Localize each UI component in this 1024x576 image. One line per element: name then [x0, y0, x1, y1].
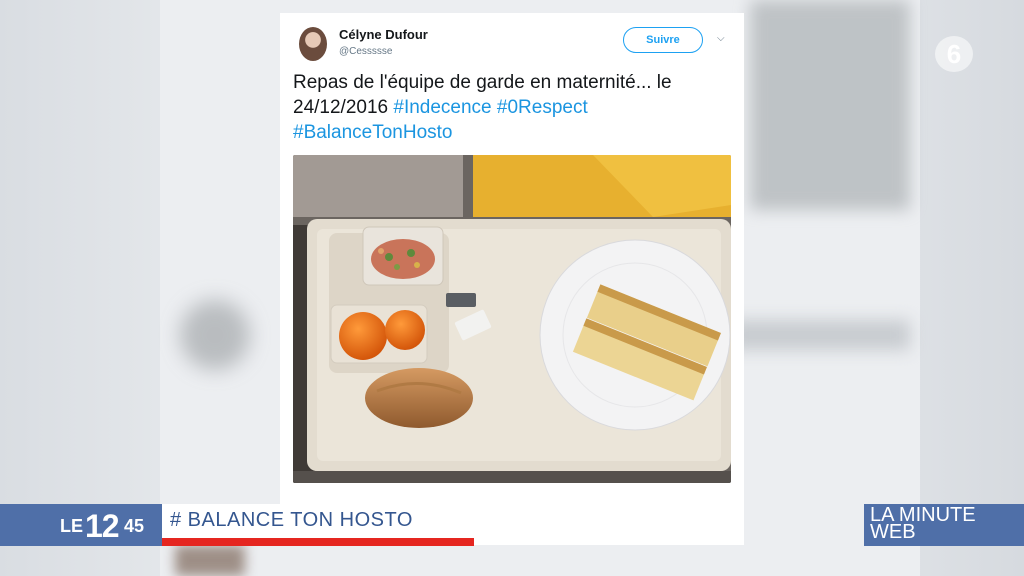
user-display-name[interactable]: Célyne Dufour: [339, 27, 428, 42]
tweet-text: Repas de l'équipe de garde en maternité.…: [293, 70, 733, 145]
headline-banner: # BALANCE TON HOSTO: [162, 504, 474, 538]
segment-label: LA MINUTE WEB: [864, 504, 1024, 546]
show-logo-le1245: LE 12 45: [0, 504, 162, 546]
headline-text: # BALANCE TON HOSTO: [170, 509, 413, 531]
user-handle[interactable]: @Cessssse: [339, 46, 393, 57]
show-logo-le: LE: [60, 516, 84, 536]
show-logo-45: 45: [124, 516, 145, 536]
show-logo-12: 12: [85, 508, 120, 544]
hashtag-link[interactable]: #Indecence: [393, 97, 491, 118]
m6-logo-icon: 6: [935, 36, 973, 72]
meal-tray-image: [293, 155, 731, 483]
hashtag-link[interactable]: #BalanceTonHosto: [293, 122, 453, 143]
tweet-date: 24/12/2016: [293, 97, 389, 118]
headline-underline: [162, 538, 474, 546]
segment-label-line-2: WEB: [870, 521, 916, 543]
tweet-card: Célyne Dufour @Cessssse Suivre ⌵ Repas d…: [280, 13, 744, 545]
hashtag-link[interactable]: #0Respect: [497, 97, 588, 118]
tweet-text-line-1: Repas de l'équipe de garde en maternité.…: [293, 72, 672, 93]
tweet-photo[interactable]: [293, 155, 731, 483]
tweet-text-line-2: 24/12/2016 #Indecence #0Respect: [293, 95, 733, 120]
follow-button[interactable]: Suivre: [623, 27, 703, 53]
chevron-down-icon[interactable]: ⌵: [717, 33, 725, 44]
avatar[interactable]: [299, 27, 327, 61]
tweet-text-line-3: #BalanceTonHosto: [293, 120, 733, 145]
